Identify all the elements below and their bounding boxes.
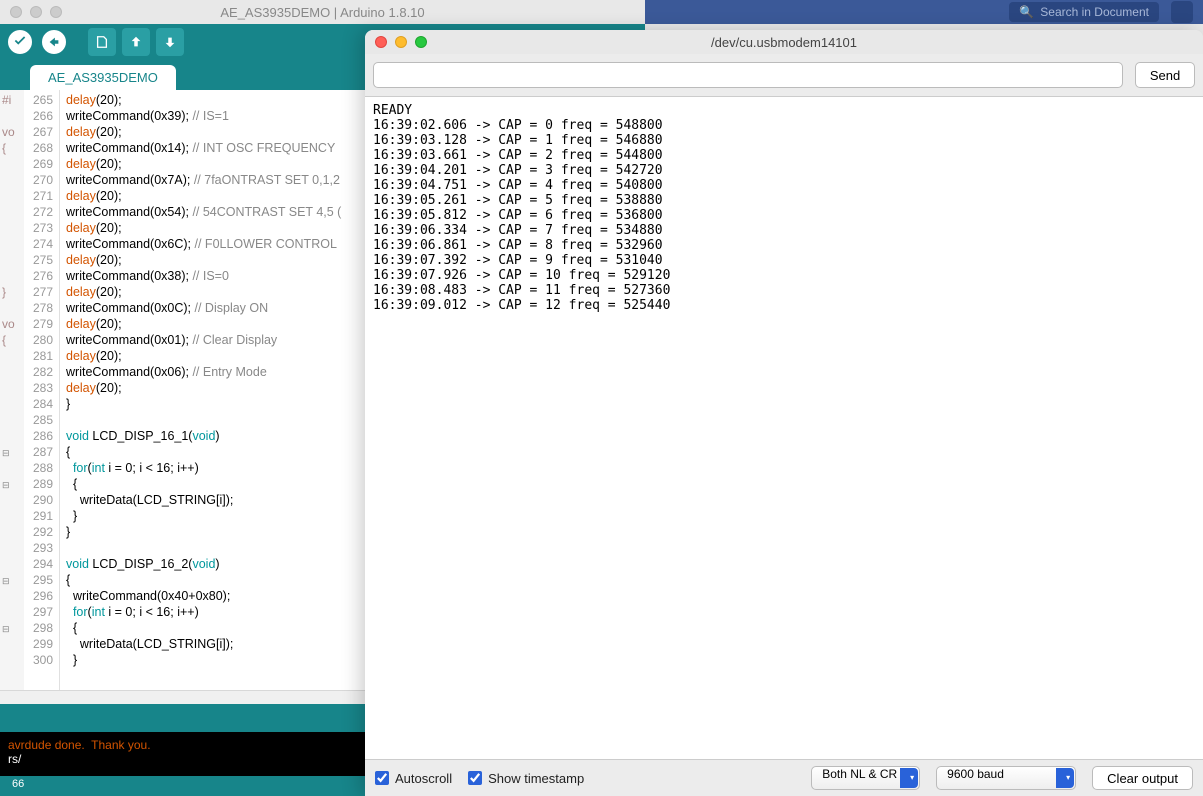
line-ending-value: Both NL & CR xyxy=(822,767,897,781)
ide-traffic-lights[interactable] xyxy=(10,6,62,18)
smiley-icon[interactable] xyxy=(1171,1,1193,23)
close-icon[interactable] xyxy=(375,36,387,48)
search-icon: 🔍 xyxy=(1019,5,1034,19)
close-icon[interactable] xyxy=(10,6,22,18)
doc-search-input[interactable]: 🔍 Search in Document xyxy=(1009,2,1159,22)
verify-button[interactable] xyxy=(6,28,34,56)
new-button[interactable] xyxy=(88,28,116,56)
minimize-icon[interactable] xyxy=(395,36,407,48)
chevron-down-icon: ▾ xyxy=(1066,773,1070,782)
background-toolbar: 🔍 Search in Document xyxy=(645,0,1203,24)
timestamp-input[interactable] xyxy=(468,771,482,785)
serial-footer: Autoscroll Show timestamp Both NL & CR ▾… xyxy=(365,760,1203,796)
line-number-gutter: 2652662672682692702712722732742752762772… xyxy=(24,90,60,690)
baud-select[interactable]: 9600 baud ▾ xyxy=(936,766,1076,790)
ide-title: AE_AS3935DEMO | Arduino 1.8.10 xyxy=(220,5,424,20)
autoscroll-label: Autoscroll xyxy=(395,771,452,786)
cursor-line: 66 xyxy=(12,778,24,790)
open-button[interactable] xyxy=(122,28,150,56)
file-tab[interactable]: AE_AS3935DEMO xyxy=(30,65,176,90)
serial-monitor-window: /dev/cu.usbmodem14101 Send READY 16:39:0… xyxy=(365,30,1203,796)
autoscroll-input[interactable] xyxy=(375,771,389,785)
serial-input-row: Send xyxy=(365,54,1203,96)
ide-titlebar: AE_AS3935DEMO | Arduino 1.8.10 xyxy=(0,0,645,24)
serial-send-input[interactable] xyxy=(373,62,1123,88)
doc-search-placeholder: Search in Document xyxy=(1040,5,1149,19)
zoom-icon[interactable] xyxy=(50,6,62,18)
save-button[interactable] xyxy=(156,28,184,56)
line-ending-select[interactable]: Both NL & CR ▾ xyxy=(811,766,920,790)
console-line2: rs/ xyxy=(8,752,21,766)
zoom-icon[interactable] xyxy=(415,36,427,48)
serial-traffic-lights[interactable] xyxy=(375,36,427,48)
serial-output[interactable]: READY 16:39:02.606 -> CAP = 0 freq = 548… xyxy=(365,96,1203,760)
minimize-icon[interactable] xyxy=(30,6,42,18)
serial-title: /dev/cu.usbmodem14101 xyxy=(711,35,857,50)
baud-value: 9600 baud xyxy=(947,767,1004,781)
autoscroll-checkbox[interactable]: Autoscroll xyxy=(375,771,452,786)
clear-output-button[interactable]: Clear output xyxy=(1092,766,1193,790)
timestamp-checkbox[interactable]: Show timestamp xyxy=(468,771,584,786)
send-button[interactable]: Send xyxy=(1135,62,1195,88)
timestamp-label: Show timestamp xyxy=(488,771,584,786)
fold-gutter: #ivo{}vo{⊟⊟⊟⊟ xyxy=(0,90,24,690)
chevron-down-icon: ▾ xyxy=(910,773,914,782)
console-line1: avrdude done. Thank you. xyxy=(8,738,151,752)
upload-button[interactable] xyxy=(40,28,68,56)
serial-titlebar: /dev/cu.usbmodem14101 xyxy=(365,30,1203,54)
